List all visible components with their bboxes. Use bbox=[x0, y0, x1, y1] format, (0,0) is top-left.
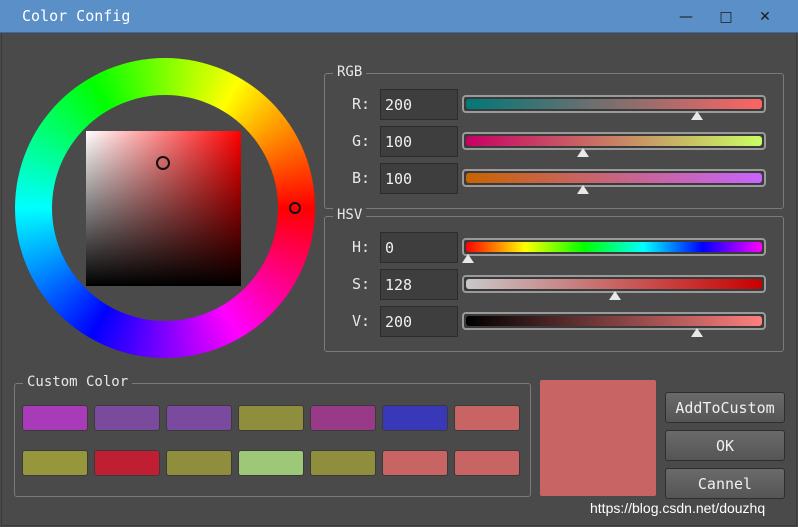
custom-swatch-0-3[interactable] bbox=[238, 405, 304, 431]
hsv-value-input-0[interactable] bbox=[380, 232, 458, 263]
custom-swatch-1-1[interactable] bbox=[94, 450, 160, 476]
rgb-label-0: R: bbox=[352, 95, 371, 113]
sv-marker[interactable] bbox=[156, 156, 170, 170]
hsv-slider-thumb-2[interactable] bbox=[691, 328, 704, 337]
window-title: Color Config bbox=[22, 7, 131, 25]
rgb-slider-1[interactable] bbox=[462, 132, 766, 150]
custom-swatch-0-6[interactable] bbox=[454, 405, 520, 431]
hsv-slider-track-2 bbox=[466, 316, 762, 326]
rgb-slider-track-1 bbox=[466, 136, 762, 146]
hsv-value-input-1[interactable] bbox=[380, 269, 458, 300]
custom-swatch-0-4[interactable] bbox=[310, 405, 376, 431]
custom-swatch-0-1[interactable] bbox=[94, 405, 160, 431]
add-to-custom-button[interactable]: AddToCustom bbox=[665, 392, 785, 423]
minimize-icon[interactable]: — bbox=[675, 6, 697, 28]
hsv-slider-track-0 bbox=[466, 242, 762, 252]
hsv-slider-0[interactable] bbox=[462, 238, 766, 256]
maximize-icon[interactable]: □ bbox=[715, 6, 737, 28]
custom-swatch-1-3[interactable] bbox=[238, 450, 304, 476]
custom-swatch-0-5[interactable] bbox=[382, 405, 448, 431]
custom-swatch-1-0[interactable] bbox=[22, 450, 88, 476]
title-bar[interactable]: Color Config — □ ✕ bbox=[0, 0, 798, 33]
hsv-slider-thumb-1[interactable] bbox=[608, 291, 621, 300]
custom-swatch-0-0[interactable] bbox=[22, 405, 88, 431]
hsv-slider-track-1 bbox=[466, 279, 762, 289]
custom-color-group: Custom Color bbox=[14, 374, 531, 497]
custom-swatch-1-6[interactable] bbox=[454, 450, 520, 476]
hsv-slider-2[interactable] bbox=[462, 312, 766, 330]
cancel-button[interactable]: Cannel bbox=[665, 468, 785, 499]
custom-swatch-0-2[interactable] bbox=[166, 405, 232, 431]
rgb-label-1: G: bbox=[352, 132, 371, 150]
rgb-group-title: RGB bbox=[333, 64, 367, 80]
hsv-label-0: H: bbox=[352, 238, 371, 256]
rgb-slider-thumb-0[interactable] bbox=[691, 111, 704, 120]
rgb-value-input-1[interactable] bbox=[380, 126, 458, 157]
rgb-slider-0[interactable] bbox=[462, 95, 766, 113]
hue-marker[interactable] bbox=[289, 202, 301, 214]
rgb-slider-track-0 bbox=[466, 99, 762, 109]
custom-swatch-1-4[interactable] bbox=[310, 450, 376, 476]
custom-swatch-1-2[interactable] bbox=[166, 450, 232, 476]
rgb-value-input-2[interactable] bbox=[380, 163, 458, 194]
hsv-value-input-2[interactable] bbox=[380, 306, 458, 337]
hsv-label-1: S: bbox=[352, 275, 371, 293]
rgb-slider-2[interactable] bbox=[462, 169, 766, 187]
rgb-slider-thumb-2[interactable] bbox=[576, 185, 589, 194]
rgb-label-2: B: bbox=[352, 169, 371, 187]
hsv-slider-thumb-0[interactable] bbox=[462, 254, 474, 263]
custom-swatch-1-5[interactable] bbox=[382, 450, 448, 476]
color-preview bbox=[540, 380, 656, 496]
rgb-value-input-0[interactable] bbox=[380, 89, 458, 120]
hsv-group-title: HSV bbox=[333, 207, 367, 223]
hsv-label-2: V: bbox=[352, 312, 371, 330]
ok-button[interactable]: OK bbox=[665, 430, 785, 461]
rgb-slider-thumb-1[interactable] bbox=[576, 148, 589, 157]
custom-color-title: Custom Color bbox=[23, 374, 133, 390]
close-icon[interactable]: ✕ bbox=[754, 6, 776, 28]
rgb-slider-track-2 bbox=[466, 173, 762, 183]
watermark-text: https://blog.csdn.net/douzhq bbox=[590, 500, 766, 516]
saturation-value-square[interactable] bbox=[86, 131, 241, 286]
